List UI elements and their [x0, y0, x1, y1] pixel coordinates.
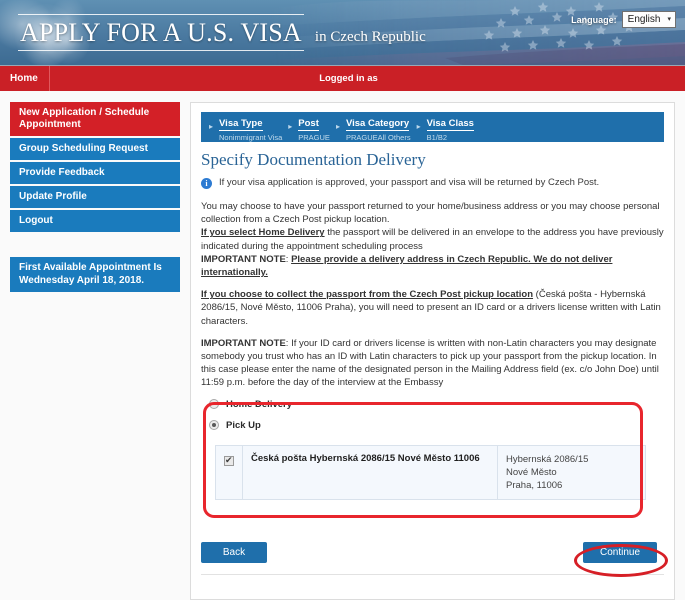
chevron-right-icon: ▸ — [416, 122, 421, 131]
checkbox-select-location[interactable] — [224, 455, 234, 466]
sidebar-item-provide-feedback[interactable]: Provide Feedback — [10, 162, 180, 184]
breadcrumb-subtitle: PRAGUE — [298, 132, 330, 142]
para1-home-delivery-bold: If you select Home Delivery — [201, 227, 325, 239]
breadcrumb-title: Post — [298, 117, 319, 131]
language-selector[interactable]: Language: English ▾ — [571, 11, 676, 28]
pickup-location-table: Česká pošta Hybernská 2086/15 Nové Město… — [215, 444, 646, 500]
para2-pickup-bold: If you choose to collect the passport fr… — [201, 289, 534, 301]
radio-pick-up[interactable] — [209, 420, 219, 431]
breadcrumb-title: Visa Category — [345, 117, 410, 131]
continue-button[interactable]: Continue — [583, 542, 657, 563]
address-line-1: Hybernská 2086/15 — [506, 453, 589, 465]
sidebar-item-logout[interactable]: Logout — [10, 210, 180, 232]
info-banner-text: If your visa application is approved, yo… — [219, 177, 600, 188]
breadcrumb-title: Visa Class — [426, 117, 474, 131]
breadcrumb-subtitle: Nonimmigrant Visa — [219, 132, 283, 142]
info-icon: i — [201, 178, 212, 189]
site-banner: APPLY FOR A U.S. VISA in Czech Republic … — [0, 0, 685, 66]
delivery-explanation-paragraph: You may choose to have your passport ret… — [201, 200, 664, 279]
breadcrumb-subtitle: B1/B2 — [426, 132, 448, 142]
form-action-bar: Back Continue — [201, 542, 664, 575]
address-line-3: Praha, 11006 — [506, 479, 563, 491]
table-cell-select[interactable] — [215, 444, 243, 500]
language-dropdown[interactable]: English ▾ — [621, 11, 676, 28]
delivery-option-home-delivery[interactable]: Home Delivery — [209, 399, 664, 410]
table-row[interactable]: Česká pošta Hybernská 2086/15 Nové Město… — [215, 444, 646, 500]
breadcrumb-item-visa-category[interactable]: Visa Category PRAGUEAll Others — [345, 113, 411, 142]
radio-label-pick-up: Pick Up — [226, 419, 261, 431]
first-available-appointment-note: First Available Appointment Is Wednesday… — [10, 257, 180, 292]
sidebar: New Application / Schedule Appointment G… — [10, 102, 180, 600]
info-banner: i If your visa application is approved, … — [201, 177, 664, 189]
breadcrumb-subtitle: PRAGUEAll Others — [345, 132, 411, 142]
main-navbar: Home Logged in as — [0, 66, 685, 91]
breadcrumb: ▸ Visa Type Nonimmigrant Visa ▸ Post PRA… — [201, 112, 664, 142]
breadcrumb-item-visa-class[interactable]: Visa Class B1/B2 — [426, 113, 474, 142]
chevron-right-icon: ▸ — [288, 122, 293, 131]
breadcrumb-item-post[interactable]: Post PRAGUE — [298, 113, 330, 142]
logged-in-status: Logged in as — [319, 73, 378, 84]
designate-person-paragraph: IMPORTANT NOTE: If your ID card or drive… — [201, 337, 664, 390]
nav-item-home[interactable]: Home — [0, 66, 50, 91]
para1-note-label: IMPORTANT NOTE — [201, 253, 286, 265]
section-heading: Specify Documentation Delivery — [201, 150, 426, 169]
content-panel: ▸ Visa Type Nonimmigrant Visa ▸ Post PRA… — [190, 102, 675, 600]
radio-home-delivery[interactable] — [209, 399, 219, 410]
radio-label-home-delivery: Home Delivery — [226, 398, 293, 410]
sidebar-item-new-application[interactable]: New Application / Schedule Appointment — [10, 102, 180, 136]
para3-note-label: IMPORTANT NOTE — [201, 337, 286, 349]
breadcrumb-item-visa-type[interactable]: Visa Type Nonimmigrant Visa — [219, 113, 282, 142]
table-cell-location-name: Česká pošta Hybernská 2086/15 Nové Město… — [242, 444, 498, 500]
sidebar-item-group-scheduling[interactable]: Group Scheduling Request — [10, 138, 180, 160]
back-button[interactable]: Back — [201, 542, 267, 563]
delivery-option-pick-up[interactable]: Pick Up — [209, 420, 664, 431]
page-body: New Application / Schedule Appointment G… — [0, 91, 685, 600]
address-line-2: Nové Město — [506, 466, 557, 478]
language-value: English — [627, 14, 661, 25]
chevron-right-icon: ▸ — [209, 122, 214, 131]
sidebar-item-update-profile[interactable]: Update Profile — [10, 186, 180, 208]
site-subtitle: in Czech Republic — [314, 29, 426, 45]
chevron-right-icon: ▸ — [335, 122, 340, 131]
language-label: Language: — [571, 14, 617, 25]
table-cell-location-address: Hybernská 2086/15 Nové Město Praha, 1100… — [497, 444, 646, 500]
pickup-explanation-paragraph: If you choose to collect the passport fr… — [201, 288, 664, 328]
page-title: APPLY FOR A U.S. VISA — [18, 14, 304, 51]
para1-sentence1: You may choose to have your passport ret… — [201, 201, 660, 226]
breadcrumb-title: Visa Type — [219, 117, 263, 131]
chevron-down-icon: ▾ — [667, 16, 671, 23]
site-title-block: APPLY FOR A U.S. VISA in Czech Republic — [18, 14, 426, 51]
